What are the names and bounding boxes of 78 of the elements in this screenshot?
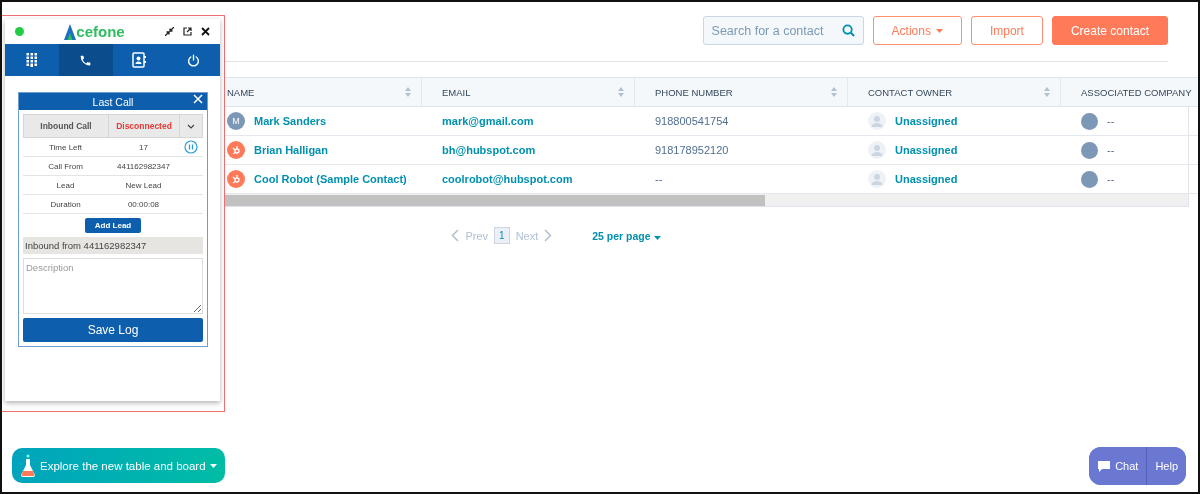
detail-label: Lead [55,180,76,190]
next-link[interactable]: Next [515,229,539,242]
page-number[interactable]: 1 [494,227,510,244]
contact-name-link[interactable]: Brian Halligan [254,144,328,156]
phone-icon [79,53,93,67]
email-link[interactable]: bh@hubspot.com [442,144,536,156]
import-button[interactable]: Import [970,16,1043,45]
caret-icon [209,463,217,468]
company-avatar-icon [1081,170,1098,188]
card-title: Last Call [92,95,134,108]
column-header[interactable]: ASSOCIATED COMPANY [1061,77,1198,107]
call-summary: Inbound from 441162982347 [23,237,203,254]
chat-button[interactable]: Chat [1089,447,1148,485]
add-lead-button[interactable]: Add Lead [84,218,142,233]
logo: cefone [64,23,125,40]
actions-menu-button[interactable]: Actions [872,16,962,45]
power-icon [186,53,200,67]
phone-number: -- [655,173,663,185]
pause-icon[interactable] [184,140,198,154]
dialpad-icon [25,53,38,67]
chevron-left-icon[interactable] [451,229,460,242]
company-value: -- [1107,173,1115,185]
detail-label: Duration [49,199,82,209]
sprocket-avatar-icon [227,170,245,188]
column-header[interactable]: EMAIL [422,77,635,107]
phone-number: 918178952120 [655,144,729,156]
email-link[interactable]: mark@gmail.com [442,115,534,127]
phone-number: 918800541754 [655,115,729,127]
detail-value: 00:00:08 [126,199,161,209]
caret-icon [653,235,661,240]
caret-icon [935,28,943,33]
create-button[interactable]: Create contact [1051,16,1168,45]
chevron-down-icon [187,123,195,129]
company-value: -- [1107,115,1115,127]
chat-bubble-icon [1097,459,1112,473]
sort-icon[interactable] [618,87,624,97]
explore-button[interactable]: Explore the new table and board [12,448,225,483]
detail-label: Time Left [47,142,83,152]
minimize-icon[interactable] [165,27,174,36]
chevron-right-icon[interactable] [544,229,553,242]
popout-icon[interactable] [183,27,192,36]
contact-name-link[interactable]: Cool Robot (Sample Contact) [254,173,407,185]
initial-avatar: M [227,112,245,130]
sprocket-avatar-icon [227,141,245,159]
column-header[interactable]: NAME [225,77,422,107]
per-page-dropdown[interactable]: 25 per page [592,229,661,242]
flask-icon [20,453,36,478]
person-avatar-icon [868,112,886,130]
company-avatar-icon [1081,112,1098,130]
column-header[interactable]: PHONE NUMBER [635,77,848,107]
owner-link[interactable]: Unassigned [895,144,958,156]
status-dot-icon [15,27,24,36]
email-link[interactable]: coolrobot@hubspot.com [442,173,573,185]
person-avatar-icon [868,141,886,159]
save-log-button[interactable]: Save Log [23,318,203,342]
horizontal-scrollbar[interactable] [225,194,1188,206]
detail-value: 17 [138,142,149,152]
search-field[interactable]: Search for a contact [702,16,864,45]
close-button[interactable] [193,94,203,104]
detail-value: 441162982347 [116,161,171,171]
call-status: Disconnected [109,115,180,137]
address-book-icon [132,52,147,68]
description-field[interactable]: Description [23,258,203,314]
person-avatar-icon [868,170,886,188]
company-value: -- [1107,144,1115,156]
owner-link[interactable]: Unassigned [895,115,958,127]
sort-icon[interactable] [405,87,411,97]
column-header[interactable]: CONTACT OWNER [848,77,1061,107]
sort-icon[interactable] [1044,87,1050,97]
detail-label: Call From [47,161,84,171]
owner-link[interactable]: Unassigned [895,173,958,185]
contact-name-link[interactable]: Mark Sanders [254,115,327,127]
detail-value: New Lead [124,180,163,190]
call-type: Inbound Call [24,115,109,137]
sort-icon[interactable] [831,87,837,97]
search-icon[interactable] [841,24,855,37]
company-avatar-icon [1081,141,1098,159]
close-icon[interactable] [201,27,210,36]
